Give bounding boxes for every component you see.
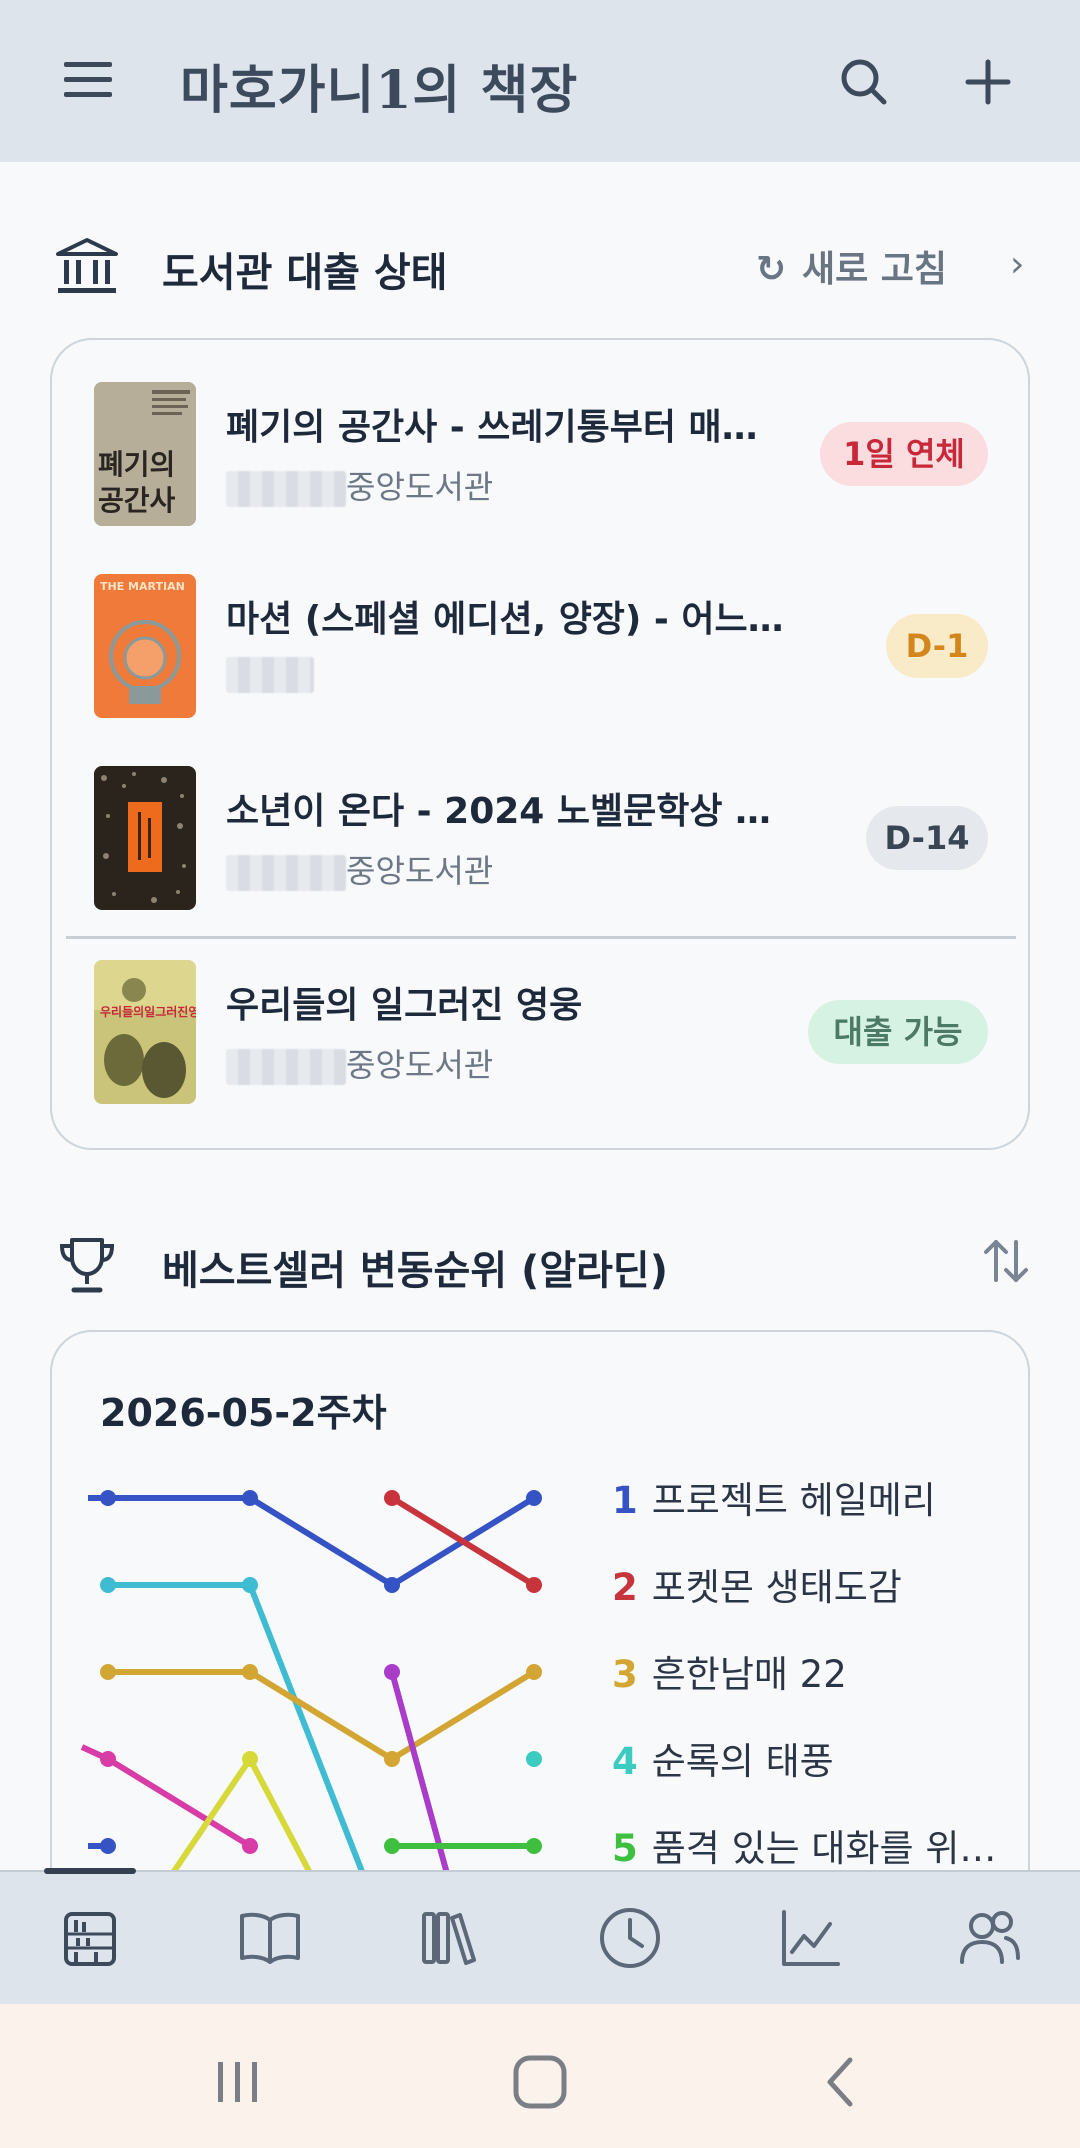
library-icon[interactable]	[414, 1902, 486, 1974]
status-badge: D-1	[886, 614, 988, 678]
redacted-text	[226, 657, 314, 693]
ranking-item[interactable]: 5 품격 있는 대화를 위…	[612, 1818, 996, 1872]
book-cover: 폐기의 공간사	[94, 382, 196, 526]
rank-title: 프로젝트 헤일메리	[651, 1479, 936, 1522]
active-tab-indicator	[44, 1868, 136, 1874]
series-point	[100, 1577, 116, 1593]
series-point	[242, 1838, 258, 1854]
svg-text:우리들의일그러진영웅: 우리들의일그러진영웅	[100, 1004, 196, 1019]
bestseller-section-title: 베스트셀러 변동순위 (알라딘)	[162, 1248, 669, 1294]
bookshelf-icon[interactable]	[54, 1902, 126, 1974]
series-point	[526, 1664, 542, 1680]
series-line-exit	[389, 1669, 455, 1895]
bestseller-section-header: 베스트셀러 변동순위 (알라딘)	[0, 1224, 1080, 1304]
series-point	[526, 1490, 542, 1506]
series-point	[384, 1751, 400, 1767]
users-icon[interactable]	[954, 1902, 1026, 1974]
rank-number: 4	[612, 1740, 638, 1783]
menu-icon[interactable]	[60, 52, 116, 108]
ranking-item[interactable]: 2 포켓몬 생태도감	[612, 1557, 902, 1611]
book-title: 폐기의 공간사 - 쓰레기통부터 매…	[226, 407, 758, 448]
loan-item[interactable]: 우리들의일그러진영웅 우리들의 일그러진 영웅 중앙도서관 대출 가능	[52, 918, 1028, 1104]
series-point	[242, 1490, 258, 1506]
series-line	[247, 1495, 395, 1588]
book-title: 소년이 온다 - 2024 노벨문학상 수…	[226, 791, 796, 832]
loan-item[interactable]: 폐기의 공간사 폐기의 공간사 - 쓰레기통부터 매… 중앙도서관 1일 연체	[52, 340, 1028, 526]
ranking-item[interactable]: 3 흔한남매 22	[612, 1644, 847, 1698]
book-cover	[94, 766, 196, 910]
app-bar: 마호가니1의 책장	[0, 0, 1080, 162]
rank-number: 5	[612, 1827, 638, 1870]
loan-item[interactable]: THE MARTIAN 마션 (스페셜 에디션, 양장) - 어느 괴… D-1	[52, 532, 1028, 718]
series-point	[242, 1751, 258, 1767]
ranking-item[interactable]: 1 프로젝트 헤일메리	[612, 1470, 936, 1524]
series-point	[526, 1577, 542, 1593]
loan-item[interactable]: 소년이 온다 - 2024 노벨문학상 수… 중앙도서관 D-14	[52, 724, 1028, 910]
trophy-icon	[59, 1238, 115, 1293]
chevron-right-icon[interactable]: ›	[1010, 244, 1024, 285]
sort-icon[interactable]	[980, 1230, 1032, 1292]
refresh-button[interactable]: ↻ 새로 고침	[756, 240, 947, 292]
refresh-label: 새로 고침	[802, 249, 948, 290]
series-line	[247, 1669, 395, 1762]
series-point	[100, 1664, 116, 1680]
refresh-icon: ↻	[756, 249, 787, 290]
book-cover: 우리들의일그러진영웅	[94, 960, 196, 1104]
recent-apps-icon[interactable]	[206, 2050, 270, 2114]
rank-number: 2	[612, 1566, 638, 1609]
book-title: 우리들의 일그러진 영웅	[226, 985, 583, 1026]
series-line-exit	[247, 1582, 373, 1895]
library-name	[226, 654, 314, 693]
back-icon[interactable]	[810, 2050, 874, 2114]
status-badge: 대출 가능	[808, 1000, 988, 1064]
rank-title: 흔한남매 22	[651, 1653, 847, 1696]
status-badge: 1일 연체	[820, 422, 988, 486]
chart-icon[interactable]	[774, 1902, 846, 1974]
svg-text:폐기의: 폐기의	[98, 448, 175, 481]
library-name: 중앙도서관	[226, 846, 493, 892]
series-point	[526, 1838, 542, 1854]
loans-card: 폐기의 공간사 폐기의 공간사 - 쓰레기통부터 매… 중앙도서관 1일 연체 …	[50, 338, 1030, 1150]
series-point	[384, 1838, 400, 1854]
search-icon[interactable]	[836, 54, 892, 110]
clock-icon[interactable]	[594, 1902, 666, 1974]
bottom-navigation	[0, 1868, 1080, 2004]
rank-title: 순록의 태풍	[651, 1740, 834, 1783]
loans-section-title: 도서관 대출 상태	[162, 250, 448, 296]
series-line	[105, 1756, 253, 1849]
rank-title: 품격 있는 대화를 위…	[651, 1827, 997, 1870]
rank-number: 3	[612, 1653, 638, 1696]
svg-text:공간사: 공간사	[98, 484, 176, 517]
redacted-text	[226, 855, 346, 891]
library-name: 중앙도서관	[226, 1040, 493, 1086]
series-point	[242, 1664, 258, 1680]
book-cover: THE MARTIAN	[94, 574, 196, 718]
open-book-icon[interactable]	[234, 1902, 306, 1974]
page-title: 마호가니1의 책장	[180, 60, 579, 121]
series-point	[384, 1664, 400, 1680]
week-label: 2026-05-2주차	[100, 1391, 387, 1435]
add-icon[interactable]	[960, 54, 1016, 110]
rank-number: 1	[612, 1479, 638, 1522]
svg-text:THE MARTIAN: THE MARTIAN	[100, 580, 185, 593]
book-title: 마션 (스페셜 에디션, 양장) - 어느 괴…	[226, 599, 796, 640]
loans-section-header: 도서관 대출 상태 ↻ 새로 고침 ›	[0, 226, 1080, 306]
ranking-item[interactable]: 4 순록의 태풍	[612, 1731, 834, 1785]
library-name: 중앙도서관	[226, 462, 493, 508]
status-badge: D-14	[866, 806, 988, 870]
series-point	[526, 1751, 542, 1767]
series-point	[384, 1490, 400, 1506]
library-building-icon	[56, 238, 118, 293]
home-icon[interactable]	[508, 2050, 572, 2114]
redacted-text	[226, 471, 346, 507]
system-navigation-bar	[0, 2004, 1080, 2148]
rank-title: 포켓몬 생태도감	[651, 1566, 902, 1609]
redacted-text	[226, 1049, 346, 1085]
series-point	[242, 1577, 258, 1593]
series-point	[384, 1577, 400, 1593]
